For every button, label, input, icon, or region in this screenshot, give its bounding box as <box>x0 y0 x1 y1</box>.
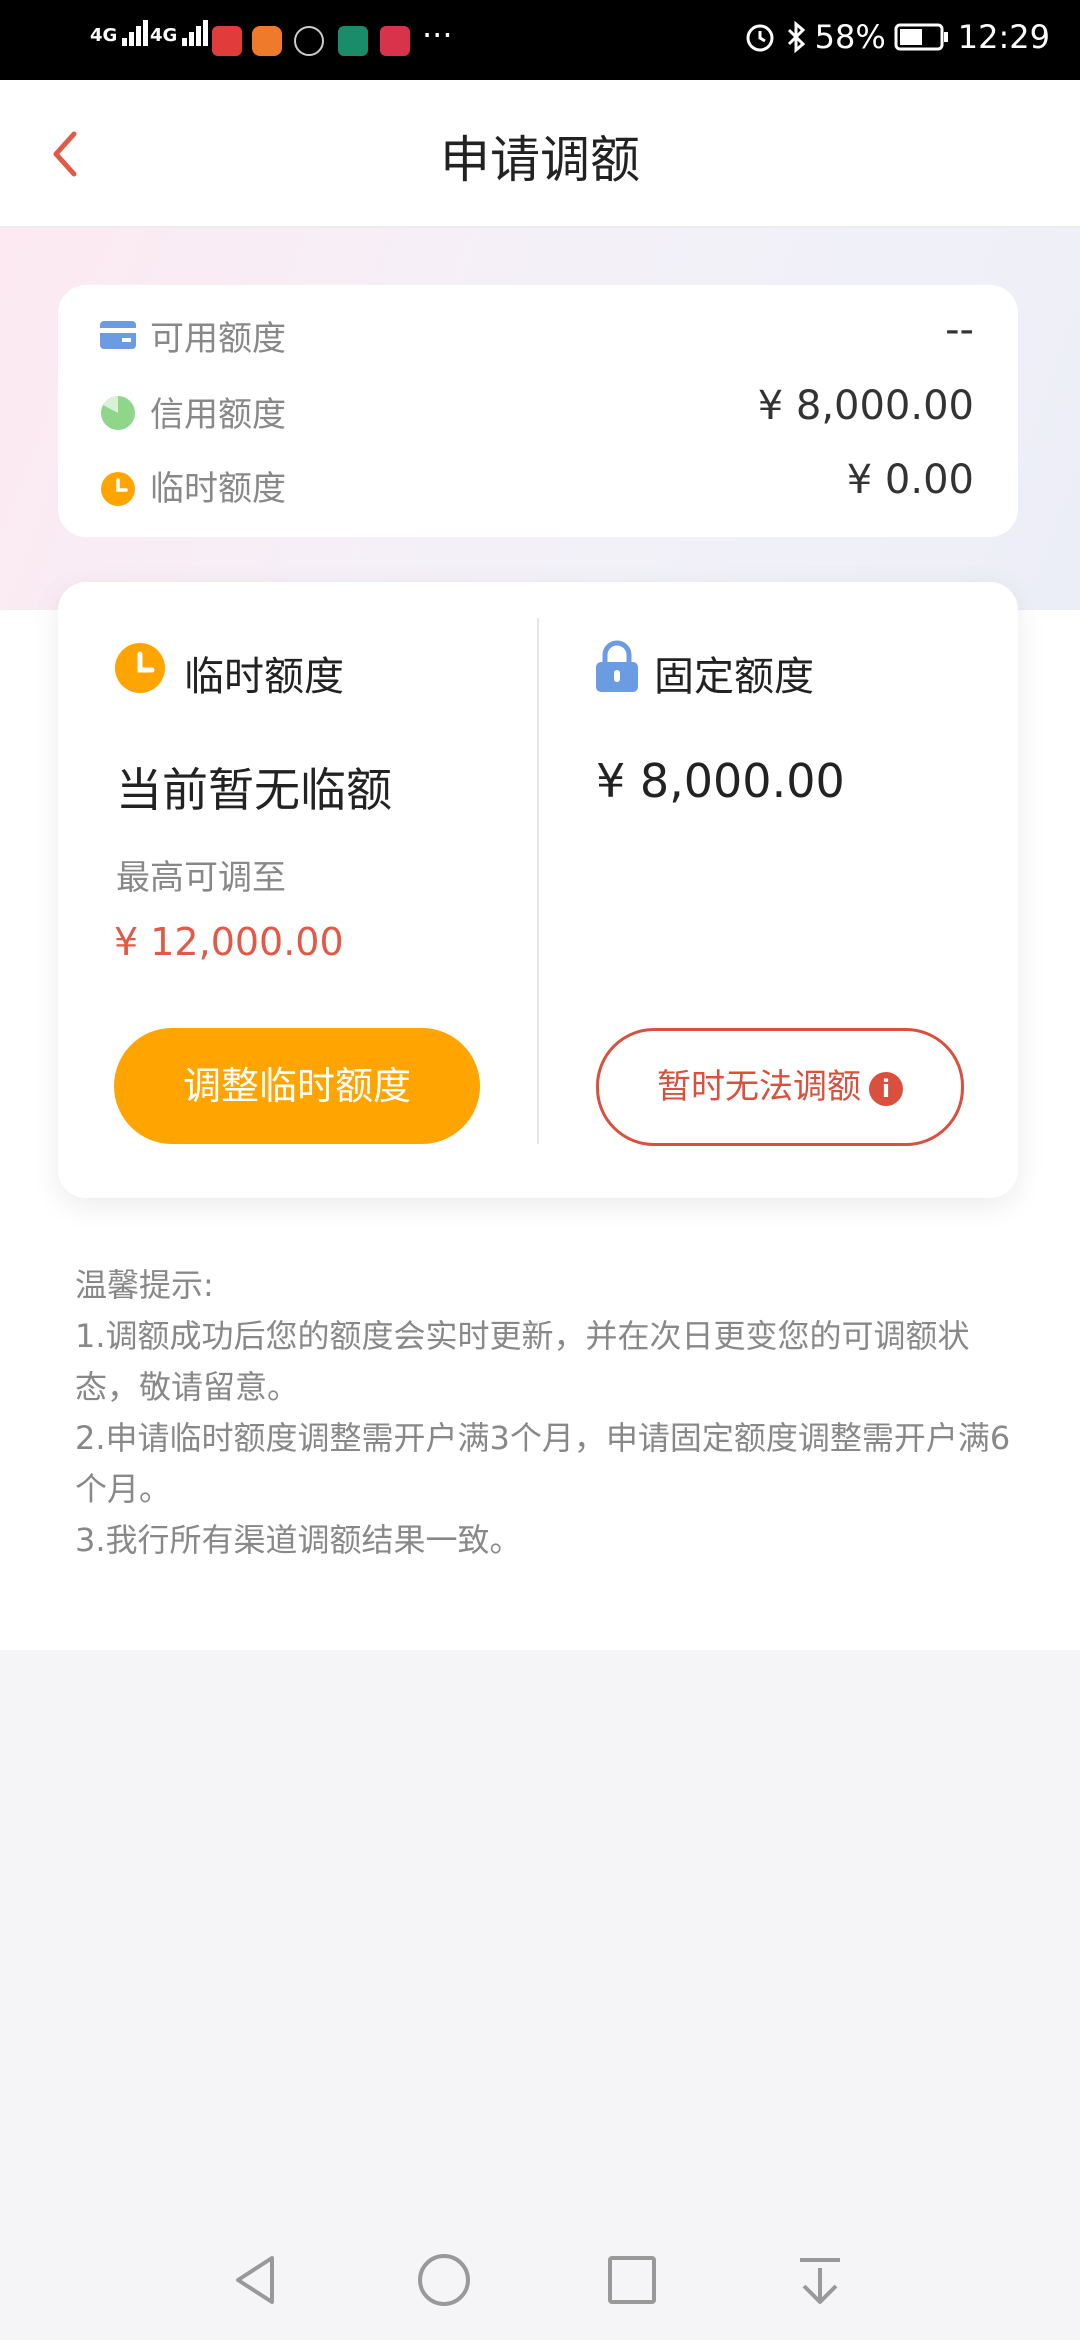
battery-icon <box>894 23 948 51</box>
more-notifications: ··· <box>422 16 453 54</box>
tip-item: 3.我行所有渠道调额结果一致。 <box>75 1521 522 1559</box>
temp-clock-icon <box>114 642 166 694</box>
cannot-adjust-button[interactable]: 暂时无法调额 i <box>596 1028 964 1146</box>
uc-browser-icon <box>252 26 282 56</box>
temp-quota-label: 临时额度 <box>150 469 286 509</box>
card-divider <box>537 618 539 1144</box>
fixed-quota-value: ¥ 8,000.00 <box>596 754 845 808</box>
signal-indicator-1: 4G <box>90 20 150 46</box>
fixed-section-title: 固定额度 <box>654 654 814 700</box>
cannot-adjust-label: 暂时无法调额 <box>657 1067 861 1107</box>
tip-item: 1.调额成功后您的额度会实时更新，并在次日更变您的可调额状态，敬请留意。 <box>75 1317 970 1406</box>
max-adjust-label: 最高可调至 <box>116 858 286 898</box>
status-bar: 4G 4G ··· 58% 12:29 <box>0 0 1080 80</box>
nav-bar: 申请调额 <box>0 80 1080 228</box>
available-quota-value: -- <box>945 307 974 353</box>
system-navigation-bar <box>0 2220 1080 2340</box>
life-app-icon <box>338 26 368 56</box>
nav-recents-button[interactable] <box>602 2250 662 2310</box>
adjust-quota-card: 临时额度 当前暂无临额 最高可调至 ¥ 12,000.00 调整临时额度 固定额… <box>58 582 1018 1198</box>
pie-icon <box>100 395 136 431</box>
status-right: 58% 12:29 <box>743 18 1050 56</box>
tip-item: 2.申请临时额度调整需开户满3个月，申请固定额度调整需开户满6个月。 <box>75 1419 1011 1508</box>
hand-app-icon <box>294 26 324 56</box>
temp-status-text: 当前暂无临额 <box>116 763 392 817</box>
card-icon <box>100 321 136 349</box>
adjust-temp-quota-button[interactable]: 调整临时额度 <box>114 1028 480 1144</box>
square-recents-icon <box>608 2256 656 2304</box>
temp-quota-value: ¥ 0.00 <box>846 457 974 503</box>
quota-summary-card: 可用额度 -- 信用额度 ¥ 8,000.00 临时额度 ¥ 0.00 <box>58 285 1018 537</box>
battery-percent: 58% <box>814 18 886 56</box>
max-adjust-value: ¥ 12,000.00 <box>114 920 344 964</box>
tips-section: 温馨提示: 1.调额成功后您的额度会实时更新，并在次日更变您的可调额状态，敬请留… <box>75 1260 1015 1566</box>
info-icon[interactable]: i <box>869 1071 903 1106</box>
bank-app-icon <box>212 26 242 56</box>
pull-down-icon <box>800 2258 840 2304</box>
credit-quota-value: ¥ 8,000.00 <box>757 383 974 429</box>
clock-time: 12:29 <box>957 18 1050 56</box>
available-quota-label: 可用额度 <box>150 319 286 359</box>
nav-back-button[interactable] <box>226 2250 286 2310</box>
lock-icon <box>594 640 640 694</box>
page-title: 申请调额 <box>440 131 640 189</box>
clock-icon <box>100 471 136 507</box>
nav-home-button[interactable] <box>414 2250 474 2310</box>
circle-home-icon <box>418 2254 470 2306</box>
nav-notification-pull-button[interactable] <box>790 2250 850 2310</box>
triangle-back-icon <box>236 2256 274 2304</box>
alarm-icon <box>746 24 774 52</box>
credit-quota-label: 信用额度 <box>150 395 286 435</box>
temp-section-title: 临时额度 <box>184 654 344 700</box>
book-app-icon <box>380 26 410 56</box>
bluetooth-icon <box>787 20 805 54</box>
signal-indicator-2: 4G <box>150 20 210 46</box>
tips-heading: 温馨提示: <box>75 1266 214 1304</box>
